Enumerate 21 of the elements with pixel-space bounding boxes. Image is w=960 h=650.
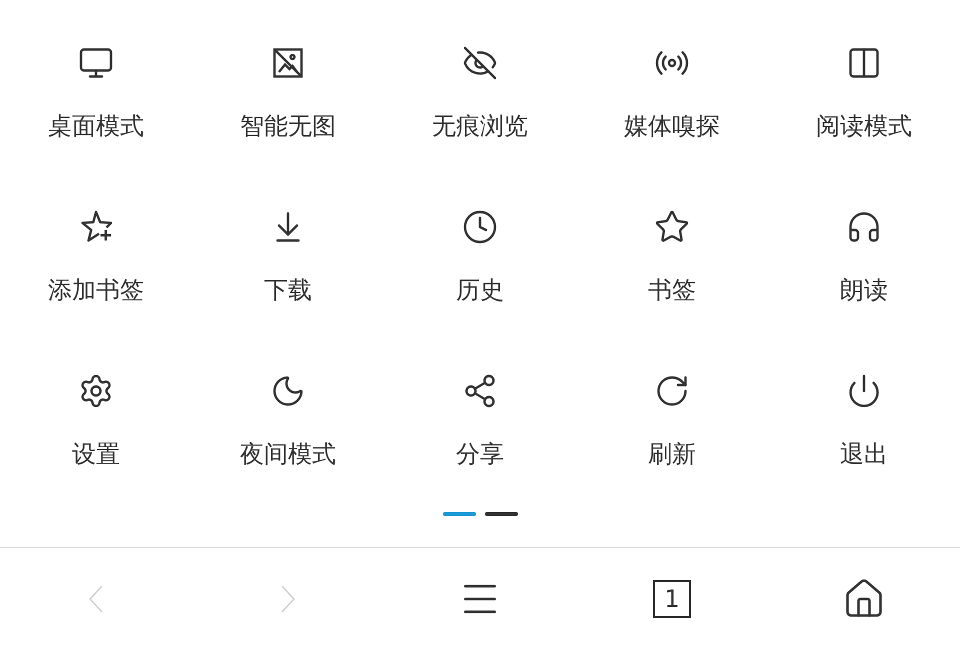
- forward-icon: [281, 585, 295, 613]
- menu-item[interactable]: 无痕浏览: [384, 45, 576, 141]
- menu-item[interactable]: 分享: [384, 373, 576, 469]
- menu-item[interactable]: 下载: [192, 209, 384, 305]
- clock-icon: [462, 209, 498, 245]
- menu-item[interactable]: 书签: [576, 209, 768, 305]
- menu-item[interactable]: 刷新: [576, 373, 768, 469]
- menu-item[interactable]: 设置: [0, 373, 192, 469]
- menu-item[interactable]: 桌面模式: [0, 45, 192, 141]
- menu-item[interactable]: 智能无图: [192, 45, 384, 141]
- menu-item[interactable]: 退出: [768, 373, 960, 469]
- back-icon: [89, 585, 103, 613]
- tabs-button[interactable]: 1: [653, 580, 691, 618]
- menu-item[interactable]: 添加书签: [0, 209, 192, 305]
- menu-item[interactable]: 夜间模式: [192, 373, 384, 469]
- menu-item[interactable]: 朗读: [768, 209, 960, 305]
- menu-item[interactable]: 媒体嗅探: [576, 45, 768, 141]
- menu-item[interactable]: 阅读模式: [768, 45, 960, 141]
- eye-off-icon: [462, 45, 498, 81]
- star-icon: [654, 209, 690, 245]
- menu-item[interactable]: 历史: [384, 209, 576, 305]
